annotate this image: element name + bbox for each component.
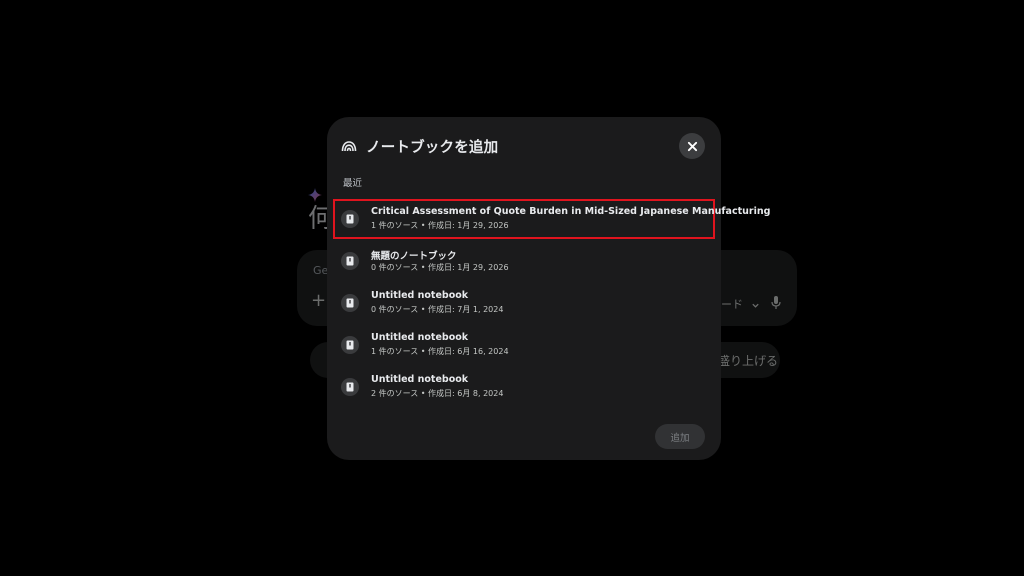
notebook-title: 無題のノートブック — [371, 251, 457, 262]
notebook-icon — [341, 336, 359, 354]
notebook-meta: 1 件のソース • 作成日: 6月 16, 2024 — [371, 347, 509, 356]
recent-section-label: 最近 — [343, 178, 363, 189]
close-icon — [687, 141, 697, 151]
notebook-icon — [341, 378, 359, 396]
notebook-icon — [341, 252, 359, 270]
close-button[interactable] — [679, 133, 705, 159]
notebook-item[interactable]: Untitled notebook 2 件のソース • 作成日: 6月 8, 2… — [333, 367, 715, 409]
dialog-title: ノートブックを追加 — [366, 139, 499, 156]
notebook-meta: 0 件のソース • 作成日: 1月 29, 2026 — [371, 263, 509, 272]
notebook-item[interactable]: Untitled notebook 0 件のソース • 作成日: 7月 1, 2… — [333, 283, 715, 325]
notebook-list: Critical Assessment of Quote Burden in M… — [333, 199, 770, 409]
notebook-icon — [341, 294, 359, 312]
notebook-title: Untitled notebook — [371, 374, 469, 385]
notebook-meta: 2 件のソース • 作成日: 6月 8, 2024 — [371, 389, 504, 398]
notebook-item[interactable]: Critical Assessment of Quote Burden in M… — [333, 199, 770, 239]
notebook-meta: 1 件のソース • 作成日: 1月 29, 2026 — [371, 221, 509, 230]
notebook-meta: 0 件のソース • 作成日: 7月 1, 2024 — [371, 305, 504, 314]
notebook-icon — [341, 210, 359, 228]
notebook-item[interactable]: Untitled notebook 1 件のソース • 作成日: 6月 16, … — [333, 325, 715, 367]
add-button[interactable]: 追加 — [655, 424, 705, 449]
notebook-title: Untitled notebook — [371, 290, 469, 301]
notebook-title: Untitled notebook — [371, 332, 469, 343]
dialog-header: ノートブックを追加 — [341, 134, 498, 158]
notebooklm-icon — [341, 141, 357, 152]
notebook-title: Critical Assessment of Quote Burden in M… — [371, 206, 771, 217]
notebook-item[interactable]: 無題のノートブック 0 件のソース • 作成日: 1月 29, 2026 — [333, 241, 715, 283]
add-notebook-dialog: ノートブックを追加 最近 Critical Assessment of Quot… — [327, 117, 770, 460]
